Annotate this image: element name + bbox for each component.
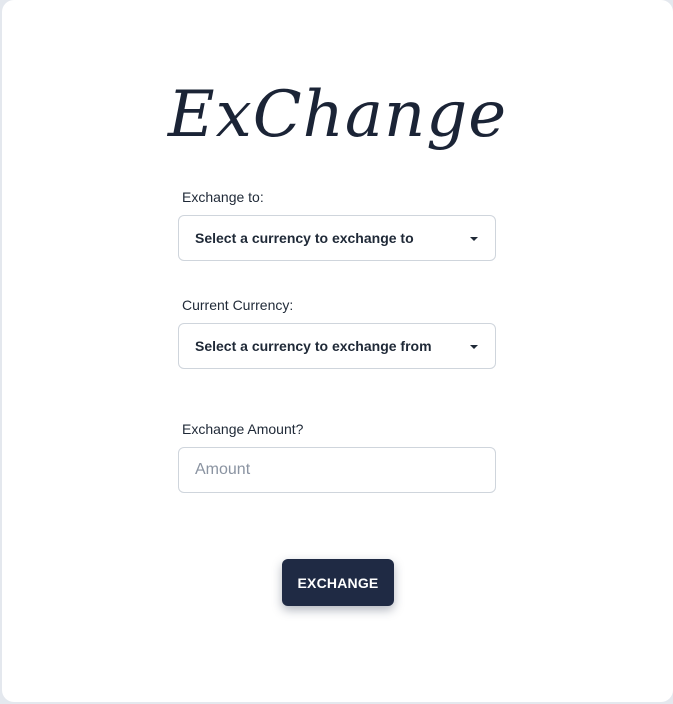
- exchange-to-label: Exchange to:: [182, 189, 264, 205]
- caret-down-icon: [470, 237, 478, 241]
- exchange-to-select[interactable]: Select a currency to exchange to: [178, 215, 496, 261]
- current-currency-select[interactable]: Select a currency to exchange from: [178, 323, 496, 369]
- current-currency-label: Current Currency:: [182, 297, 294, 313]
- exchange-card: ExChange Exchange to: Select a currency …: [2, 0, 673, 702]
- exchange-to-selected-value: Select a currency to exchange to: [195, 230, 414, 246]
- current-currency-selected-value: Select a currency to exchange from: [195, 338, 432, 354]
- amount-input[interactable]: [178, 447, 496, 493]
- exchange-button[interactable]: EXCHANGE: [282, 559, 394, 606]
- caret-down-icon: [470, 345, 478, 349]
- exchange-amount-label: Exchange Amount?: [182, 421, 304, 437]
- app-logo: ExChange: [167, 78, 508, 152]
